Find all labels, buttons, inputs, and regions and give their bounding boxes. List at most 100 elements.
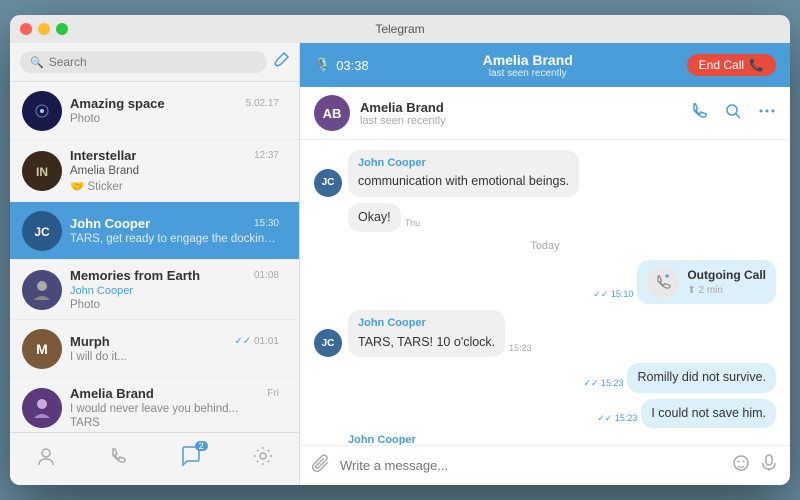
more-options-icon[interactable] xyxy=(758,102,776,125)
msg-time: Thu xyxy=(405,218,421,228)
avatar-image: M xyxy=(22,329,62,369)
message-bubble: I could not save him. xyxy=(641,399,776,429)
chat-preview: Amelia Brand xyxy=(70,165,279,177)
paperclip-icon xyxy=(312,454,330,472)
message-input[interactable] xyxy=(340,458,722,473)
call-details: Outgoing Call ⬆ 2 min xyxy=(687,267,766,298)
minimize-button[interactable] xyxy=(38,23,50,35)
chat-preview: Photo xyxy=(70,113,279,125)
header-actions: End Call 📞 xyxy=(687,54,776,76)
microphone-icon xyxy=(760,454,778,472)
chat-item-amazing-space[interactable]: Amazing space 5.02.17 Photo xyxy=(10,82,299,140)
chat-name: John Cooper xyxy=(70,216,150,231)
chat-time: 5.02.17 xyxy=(246,98,279,109)
chat-info: Murph ✓✓ 01:01 I will do it... xyxy=(62,334,287,363)
outgoing-time: ✓✓ 15:23 xyxy=(597,413,637,424)
calls-icon xyxy=(107,445,129,467)
svg-text:JC: JC xyxy=(34,225,50,239)
avatar-image xyxy=(22,388,62,428)
attach-button[interactable] xyxy=(312,454,330,477)
chat-list: Amazing space 5.02.17 Photo IN xyxy=(10,82,299,432)
chat-item-memories[interactable]: Memories from Earth 01:08 John Cooper Ph… xyxy=(10,260,299,320)
msg-avatar: JC xyxy=(314,169,342,197)
chat-info: Amazing space 5.02.17 Photo xyxy=(62,96,287,125)
msg-sender: John Cooper xyxy=(348,434,491,445)
contact-details: Amelia Brand last seen recently xyxy=(360,100,680,127)
microphone-button[interactable] xyxy=(760,454,778,477)
chat-item-murph[interactable]: M Murph ✓✓ 01:01 I will do it... xyxy=(10,320,299,378)
search-icon: 🔍 xyxy=(30,56,44,69)
chat-info: Interstellar 12:37 Amelia Brand 🤝 Sticke… xyxy=(62,148,287,193)
avatar xyxy=(22,388,62,428)
compose-button[interactable] xyxy=(273,52,289,73)
chat-name: Amazing space xyxy=(70,96,165,111)
window-title: Telegram xyxy=(375,22,424,36)
search-bar[interactable]: 🔍 xyxy=(20,51,267,73)
call-message: Outgoing Call ⬆ 2 min xyxy=(647,266,766,298)
call-icon-svg xyxy=(690,102,708,120)
message-row: JC John Cooper ▶ xyxy=(314,434,776,445)
chat-item-interstellar[interactable]: IN Interstellar 12:37 Amelia Brand 🤝 Sti… xyxy=(10,140,299,202)
message-row: JC John Cooper communication with emotio… xyxy=(314,150,776,197)
message-row: Okay! Thu xyxy=(314,203,776,233)
avatar: JC xyxy=(22,211,62,251)
msg-avatar: JC xyxy=(314,329,342,357)
chat-time: 12:37 xyxy=(254,150,279,161)
chat-area: 🎙️ 03:38 Amelia Brand last seen recently… xyxy=(300,43,790,485)
dots-icon-svg xyxy=(758,102,776,120)
msg-time: 15:23 xyxy=(509,343,532,353)
search-input[interactable] xyxy=(49,55,257,69)
search-messages-icon[interactable] xyxy=(724,102,742,125)
contacts-icon xyxy=(35,445,57,467)
end-call-button[interactable]: End Call 📞 xyxy=(687,54,776,76)
chat-preview: I would never leave you behind... xyxy=(70,403,279,415)
emoji-icon xyxy=(732,454,750,472)
msg-text: TARS, TARS! 10 o'clock. xyxy=(358,334,495,352)
search-icon-svg xyxy=(724,102,742,120)
title-bar: Telegram xyxy=(10,15,790,43)
contact-name: Amelia Brand xyxy=(483,52,573,68)
voice-call-icon[interactable] xyxy=(690,102,708,125)
message-row: ✓✓ 15:23 Romilly did not survive. xyxy=(314,363,776,393)
chat-info: Amelia Brand Fri I would never leave you… xyxy=(62,386,287,429)
message-row: ✓✓ 15:23 I could not save him. xyxy=(314,399,776,429)
chat-item-john-cooper[interactable]: JC John Cooper 15:30 TARS, get ready to … xyxy=(10,202,299,260)
messages-area: JC John Cooper communication with emotio… xyxy=(300,140,790,445)
outgoing-time: ✓✓ 15:23 xyxy=(583,378,623,389)
avatar-image xyxy=(22,270,62,310)
msg-sender: John Cooper xyxy=(358,156,569,171)
contact-avatar: AB xyxy=(314,95,350,131)
message-bubble: John Cooper TARS, TARS! 10 o'clock. xyxy=(348,310,505,357)
chat-preview-2: TARS xyxy=(70,417,279,429)
chats-nav-button[interactable]: 2 xyxy=(172,441,210,477)
close-button[interactable] xyxy=(20,23,32,35)
phone-icon: 📞 xyxy=(749,58,764,72)
mic-icon: 🎙️ xyxy=(314,57,330,73)
call-duration: ⬆ 2 min xyxy=(687,284,766,298)
chat-item-amelia[interactable]: Amelia Brand Fri I would never leave you… xyxy=(10,378,299,432)
chat-name: Murph xyxy=(70,334,110,349)
msg-text: I could not save him. xyxy=(651,405,766,423)
chat-nav-badge: 2 xyxy=(195,441,208,451)
avatar-image: JC xyxy=(22,211,62,251)
app-body: 🔍 xyxy=(10,43,790,485)
chat-name: Amelia Brand xyxy=(70,386,154,401)
msg-text: Romilly did not survive. xyxy=(637,369,766,387)
settings-icon xyxy=(252,445,274,467)
chat-info: John Cooper 15:30 TARS, get ready to eng… xyxy=(62,216,287,245)
chat-preview: Photo xyxy=(70,299,279,311)
chat-time: Fri xyxy=(267,388,279,399)
app-window: Telegram 🔍 xyxy=(10,15,790,485)
maximize-button[interactable] xyxy=(56,23,68,35)
contacts-nav-button[interactable] xyxy=(27,441,65,477)
message-bubble: Okay! xyxy=(348,203,401,233)
settings-nav-button[interactable] xyxy=(244,441,282,477)
calls-nav-button[interactable] xyxy=(99,441,137,477)
message-bubble: Outgoing Call ⬆ 2 min xyxy=(637,260,776,304)
chat-preview-2: 🤝 Sticker xyxy=(70,179,279,193)
emoji-button[interactable] xyxy=(732,454,750,477)
timer-display: 03:38 xyxy=(336,58,369,73)
input-area xyxy=(300,445,790,485)
message-bubble: John Cooper communication with emotional… xyxy=(348,150,579,197)
chat-time: ✓✓ 01:01 xyxy=(234,336,279,347)
